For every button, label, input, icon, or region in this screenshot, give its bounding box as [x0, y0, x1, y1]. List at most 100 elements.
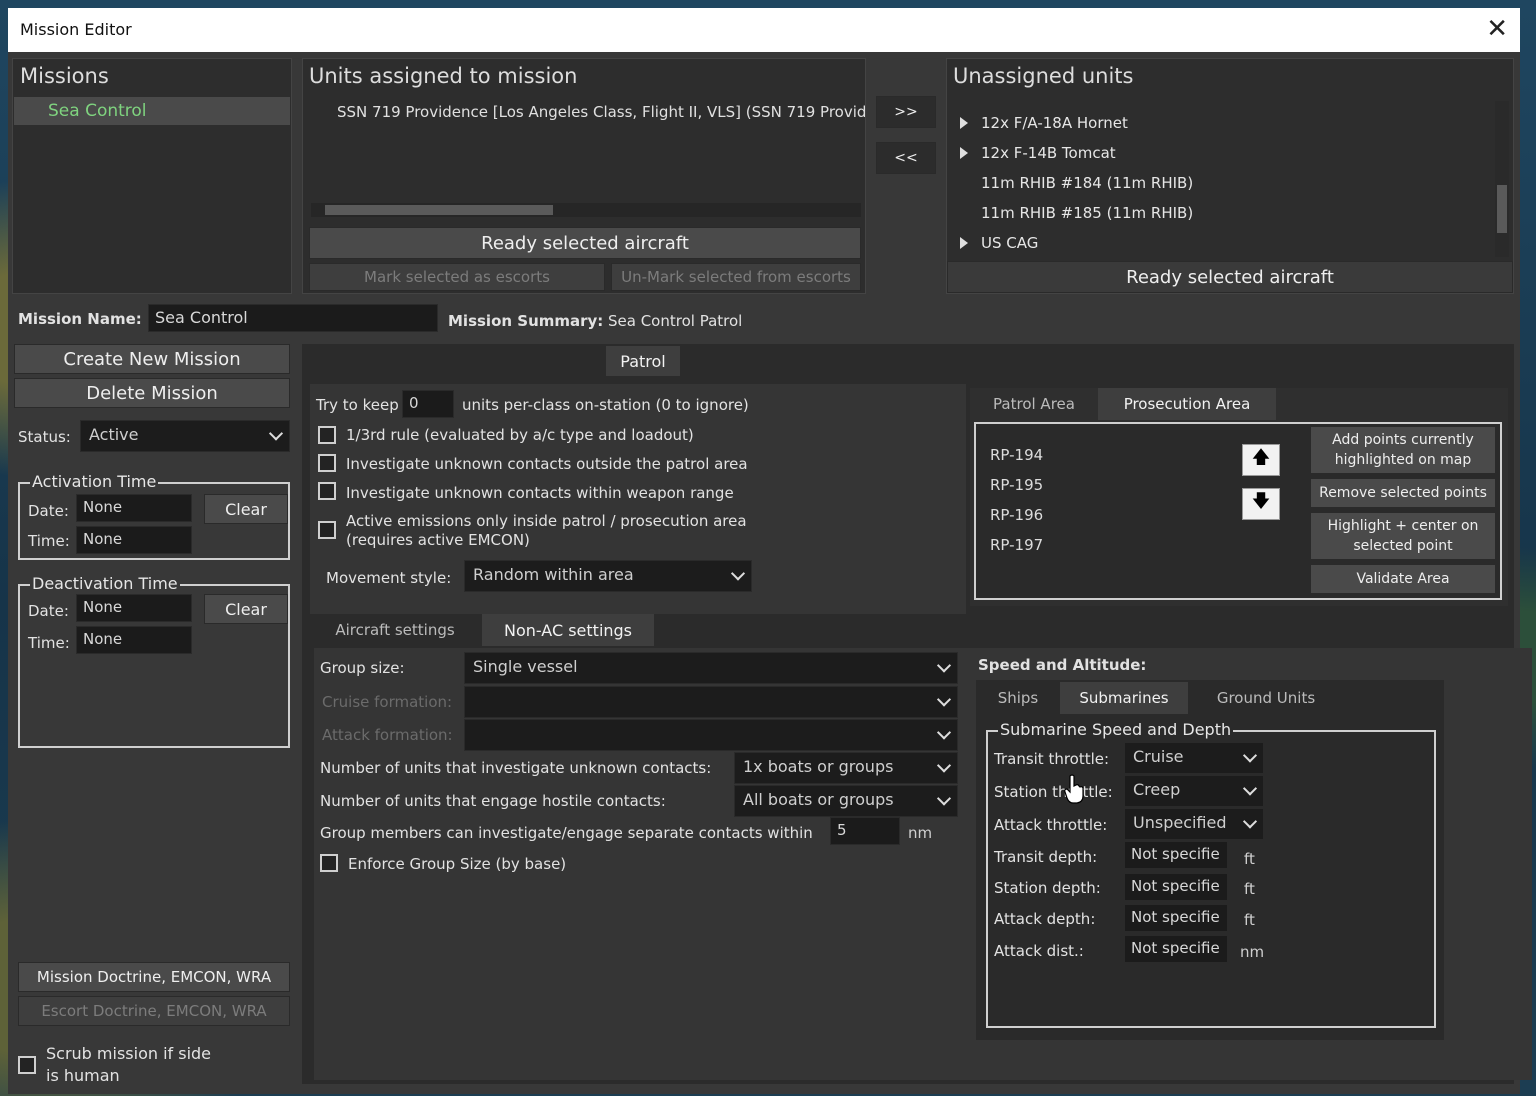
movement-style-select[interactable]: Random within area	[464, 560, 752, 592]
add-points-button[interactable]: Add points currently highlighted on map	[1310, 426, 1496, 474]
try-keep-label: Try to keep	[316, 396, 399, 414]
scrub-mission-label-line2: is human	[46, 1066, 120, 1085]
tab-prosecution-area[interactable]: Prosecution Area	[1098, 388, 1276, 420]
unassigned-unit-item[interactable]: US CAG	[981, 234, 1038, 252]
investigate-units-select[interactable]: 1x boats or groups	[734, 752, 958, 784]
add-points-line2: highlighted on map	[1334, 452, 1472, 468]
ready-selected-aircraft-button[interactable]: Ready selected aircraft	[309, 227, 861, 259]
chevron-down-icon	[936, 725, 952, 740]
expand-arrow-icon[interactable]	[960, 147, 968, 159]
attack-dist-input[interactable]: Not specifie	[1124, 935, 1228, 963]
investigate-weapon-range-checkbox[interactable]	[318, 482, 336, 500]
create-new-mission-button[interactable]: Create New Mission	[14, 344, 290, 374]
activation-clear-button[interactable]: Clear	[204, 494, 288, 524]
attack-throttle-select[interactable]: Unspecified	[1124, 808, 1264, 840]
validate-area-button[interactable]: Validate Area	[1310, 564, 1496, 594]
activation-time-title: Activation Time	[30, 472, 159, 491]
active-emissions-sublabel: (requires active EMCON)	[346, 531, 530, 549]
attack-depth-label: Attack depth:	[994, 910, 1096, 928]
active-emissions-checkbox[interactable]	[318, 521, 336, 539]
cruise-formation-select[interactable]	[464, 686, 958, 718]
deactivation-time-input[interactable]: None	[76, 626, 192, 654]
reference-point-item[interactable]: RP-195	[990, 476, 1043, 494]
highlight-center-button[interactable]: Highlight + center on selected point	[1310, 512, 1496, 560]
station-throttle-value: Creep	[1133, 780, 1181, 799]
separate-contacts-label: Group members can investigate/engage sep…	[320, 824, 813, 842]
status-value: Active	[89, 425, 139, 444]
one-third-rule-label: 1/3rd rule (evaluated by a/c type and lo…	[346, 426, 694, 444]
station-depth-input[interactable]: Not specifie	[1124, 873, 1228, 901]
unassigned-unit-item[interactable]: 12x F-14B Tomcat	[981, 144, 1116, 162]
mission-item-label: Sea Control	[48, 101, 147, 121]
assign-units-button[interactable]: >>	[876, 96, 936, 128]
scrub-mission-checkbox[interactable]	[18, 1056, 36, 1074]
mark-escorts-button[interactable]: Mark selected as escorts	[309, 263, 605, 291]
tab-non-ac-settings[interactable]: Non-AC settings	[482, 614, 654, 646]
tab-ships[interactable]: Ships	[984, 682, 1052, 714]
unassign-units-button[interactable]: <<	[876, 142, 936, 174]
tab-aircraft-settings[interactable]: Aircraft settings	[324, 614, 466, 646]
expand-arrow-icon[interactable]	[960, 117, 968, 129]
reference-point-item[interactable]: RP-194	[990, 446, 1043, 464]
move-down-arrow-icon[interactable]: 🡇	[1242, 488, 1280, 520]
reference-point-item[interactable]: RP-196	[990, 506, 1043, 524]
submarine-speed-depth-title: Submarine Speed and Depth	[998, 720, 1234, 739]
attack-formation-label: Attack formation:	[322, 726, 453, 744]
station-throttle-label: Station throttle:	[994, 783, 1113, 801]
unassigned-units-header: Unassigned units	[953, 64, 1134, 88]
unassigned-unit-item[interactable]: 11m RHIB #185 (11m RHIB)	[981, 204, 1193, 222]
reference-point-item[interactable]: RP-197	[990, 536, 1043, 554]
deactivation-clear-button[interactable]: Clear	[204, 594, 288, 624]
one-third-rule-checkbox[interactable]	[318, 426, 336, 444]
remove-selected-points-button[interactable]: Remove selected points	[1310, 478, 1496, 508]
mission-list-item[interactable]: Sea Control	[14, 97, 290, 125]
enforce-group-size-checkbox[interactable]	[320, 854, 338, 872]
tab-ground-units[interactable]: Ground Units	[1204, 682, 1328, 714]
enforce-group-size-label: Enforce Group Size (by base)	[348, 855, 567, 873]
attack-depth-unit: ft	[1244, 911, 1255, 929]
attack-depth-input[interactable]: Not specifie	[1124, 904, 1228, 932]
assigned-unit-item[interactable]: SSN 719 Providence [Los Angeles Class, F…	[337, 103, 865, 121]
chevron-down-icon	[730, 566, 746, 581]
status-select[interactable]: Active	[80, 420, 290, 452]
unassigned-unit-item[interactable]: 11m RHIB #184 (11m RHIB)	[981, 174, 1193, 192]
delete-mission-button[interactable]: Delete Mission	[14, 378, 290, 408]
escort-doctrine-button[interactable]: Escort Doctrine, EMCON, WRA	[18, 996, 290, 1026]
mission-name-input[interactable]: Sea Control	[148, 304, 438, 332]
chevron-down-icon	[936, 791, 952, 806]
separate-contacts-input[interactable]: 5	[830, 817, 900, 845]
tab-submarines[interactable]: Submarines	[1060, 682, 1188, 714]
ready-selected-aircraft-button[interactable]: Ready selected aircraft	[947, 261, 1513, 293]
group-size-select[interactable]: Single vessel	[464, 652, 958, 684]
deactivation-time-label: Time:	[28, 634, 70, 652]
try-keep-input[interactable]: 0	[402, 390, 454, 418]
horizontal-scrollbar[interactable]	[311, 203, 861, 217]
scrollbar-thumb[interactable]	[1497, 185, 1507, 233]
transit-depth-unit: ft	[1244, 850, 1255, 868]
vertical-scrollbar[interactable]	[1495, 101, 1509, 257]
unmark-escorts-button[interactable]: Un-Mark selected from escorts	[611, 263, 861, 291]
engage-units-select[interactable]: All boats or groups	[734, 785, 958, 817]
activation-date-input[interactable]: None	[76, 494, 192, 522]
mission-doctrine-button[interactable]: Mission Doctrine, EMCON, WRA	[18, 962, 290, 992]
try-keep-suffix: units per-class on-station (0 to ignore)	[462, 396, 749, 414]
scrollbar-thumb[interactable]	[325, 205, 553, 215]
close-icon[interactable]: ✕	[1486, 14, 1508, 44]
deactivation-date-input[interactable]: None	[76, 594, 192, 622]
movement-style-label: Movement style:	[326, 569, 452, 587]
transit-throttle-select[interactable]: Cruise	[1124, 742, 1264, 774]
attack-throttle-label: Attack throttle:	[994, 816, 1108, 834]
move-up-arrow-icon[interactable]: 🡅	[1242, 444, 1280, 476]
station-throttle-select[interactable]: Creep	[1124, 775, 1264, 807]
activation-time-input[interactable]: None	[76, 526, 192, 554]
mission-summary-value: Sea Control Patrol	[608, 312, 743, 330]
tab-patrol[interactable]: Patrol	[606, 346, 680, 376]
transit-depth-input[interactable]: Not specifie	[1124, 841, 1228, 869]
unassigned-unit-item[interactable]: 12x F/A-18A Hornet	[981, 114, 1128, 132]
investigate-outside-checkbox[interactable]	[318, 454, 336, 472]
attack-formation-select[interactable]	[464, 719, 958, 751]
tab-patrol-area[interactable]: Patrol Area	[978, 388, 1090, 420]
chevron-down-icon	[1242, 781, 1258, 796]
expand-arrow-icon[interactable]	[960, 237, 968, 249]
transit-throttle-value: Cruise	[1133, 747, 1184, 766]
